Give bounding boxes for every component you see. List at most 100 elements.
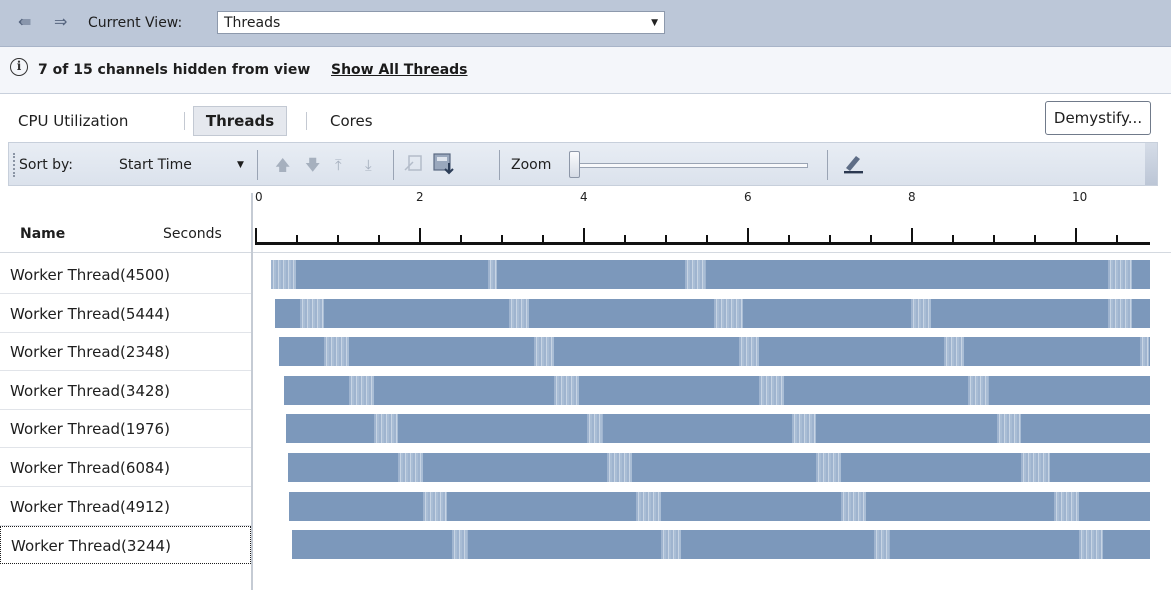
thread-busy-segment xyxy=(422,491,448,521)
thread-row-label[interactable]: Worker Thread(4500) xyxy=(0,256,251,294)
demystify-button[interactable]: Demystify... xyxy=(1045,101,1151,135)
thread-busy-segment xyxy=(398,453,423,482)
thread-row-label[interactable]: Worker Thread(2348) xyxy=(0,333,251,372)
ruler-minor-tick xyxy=(542,235,544,242)
ruler-minor-tick xyxy=(501,235,503,242)
thread-busy-segment xyxy=(1054,491,1079,521)
thread-busy-segment xyxy=(910,298,932,328)
thread-busy-segment xyxy=(1107,298,1133,328)
ruler-minor-tick xyxy=(337,235,339,242)
move-bottom-icon[interactable]: ⤓ xyxy=(365,155,372,175)
header-divider xyxy=(0,252,1171,253)
thread-busy-segment xyxy=(1140,337,1149,367)
thread-activity-bar[interactable] xyxy=(285,414,1150,444)
ruler-tick-label: 8 xyxy=(908,190,916,204)
ruler-minor-tick xyxy=(870,235,872,242)
toolbar-separator xyxy=(499,150,500,180)
ruler-minor-tick xyxy=(378,235,380,242)
thread-busy-segment xyxy=(636,491,661,521)
hidden-channels-infobar: i 7 of 15 channels hidden from view Show… xyxy=(0,47,1171,94)
ruler-major-tick xyxy=(1075,228,1077,242)
move-up-icon[interactable]: 🡅 xyxy=(275,155,290,175)
thread-activity-bar[interactable] xyxy=(279,337,1150,367)
thread-busy-segment xyxy=(968,375,989,405)
tab-cpu-utilization[interactable]: CPU Utilization xyxy=(18,106,128,136)
seconds-column-header: Seconds xyxy=(163,226,222,242)
hide-channel-icon[interactable] xyxy=(403,152,427,176)
thread-busy-segment xyxy=(533,337,555,367)
ruler-minor-tick xyxy=(993,235,995,242)
toolbar-separator xyxy=(827,150,828,180)
thread-activity-bar[interactable] xyxy=(287,453,1150,482)
thread-busy-segment xyxy=(1078,530,1104,560)
thread-busy-segment xyxy=(607,453,632,482)
chevron-down-icon: ▼ xyxy=(651,18,658,28)
ruler-tick-label: 10 xyxy=(1072,190,1088,204)
thread-row-label[interactable]: Worker Thread(6084) xyxy=(0,449,251,487)
back-arrow-icon[interactable]: ⇚ xyxy=(18,12,31,32)
sort-by-select[interactable]: Start Time xyxy=(119,155,192,175)
ruler-major-tick xyxy=(911,228,913,242)
thread-row-label[interactable]: Worker Thread(4912) xyxy=(0,488,251,526)
thread-row-label[interactable]: Worker Thread(3428) xyxy=(0,372,251,410)
toolbar-grip[interactable] xyxy=(13,153,17,177)
zoom-slider-track[interactable] xyxy=(574,163,808,168)
view-navigation-bar: ⇚ ⇒ Current View: Threads ▼ xyxy=(0,0,1171,47)
thread-busy-segment xyxy=(271,260,296,289)
thread-busy-segment xyxy=(299,298,325,328)
ruler-minor-tick xyxy=(665,235,667,242)
show-all-threads-link[interactable]: Show All Threads xyxy=(331,60,468,80)
tab-separator xyxy=(184,112,185,130)
thread-activity-bar[interactable] xyxy=(271,260,1150,289)
thread-busy-segment xyxy=(943,337,965,367)
name-column-header: Name xyxy=(20,226,66,242)
ruler-major-tick xyxy=(255,228,257,242)
thread-busy-segment xyxy=(349,375,374,405)
ruler-tick-label: 4 xyxy=(580,190,588,204)
ruler-minor-tick xyxy=(829,235,831,242)
info-icon: i xyxy=(10,58,28,76)
move-top-icon[interactable]: ⤒ xyxy=(335,155,342,175)
thread-activity-bar[interactable] xyxy=(291,530,1150,560)
ruler-baseline xyxy=(255,242,1150,245)
thread-busy-segment xyxy=(996,414,1022,444)
thread-activity-bar[interactable] xyxy=(289,491,1150,521)
forward-arrow-icon[interactable]: ⇒ xyxy=(54,12,67,32)
thread-busy-segment xyxy=(816,453,842,482)
name-column-divider[interactable] xyxy=(251,193,253,590)
ruler-tick-label: 0 xyxy=(255,190,263,204)
thread-busy-segment xyxy=(324,337,350,367)
toolbar-separator xyxy=(257,150,258,180)
sort-by-label: Sort by: xyxy=(19,157,74,173)
tab-separator xyxy=(306,112,307,130)
chevron-down-icon[interactable]: ▼ xyxy=(237,155,244,175)
export-icon[interactable] xyxy=(431,151,457,177)
current-view-value: Threads xyxy=(224,15,281,31)
zoom-slider-thumb[interactable] xyxy=(569,151,580,178)
hidden-channels-message: 7 of 15 channels hidden from view xyxy=(38,62,311,78)
thread-busy-segment xyxy=(759,375,784,405)
ruler-minor-tick xyxy=(788,235,790,242)
toolbar-overflow-button[interactable] xyxy=(1145,143,1157,185)
thread-activity-bar[interactable] xyxy=(275,298,1150,328)
pen-icon[interactable] xyxy=(841,151,865,175)
move-down-icon[interactable]: 🡇 xyxy=(305,155,320,175)
thread-row-label[interactable]: Worker Thread(3244) xyxy=(0,526,251,565)
thread-row-label[interactable]: Worker Thread(1976) xyxy=(0,410,251,449)
timeline-toolbar: Sort by: Start Time ▼ 🡅 🡇 ⤒ ⤓ Zoom xyxy=(8,142,1158,186)
thread-busy-segment xyxy=(586,414,604,444)
thread-activity-bar[interactable] xyxy=(283,375,1150,405)
current-view-select[interactable]: Threads ▼ xyxy=(217,11,665,34)
tab-cores[interactable]: Cores xyxy=(330,106,373,136)
ruler-minor-tick xyxy=(624,235,626,242)
thread-busy-segment xyxy=(451,530,468,560)
toolbar-separator xyxy=(393,150,394,180)
ruler-minor-tick xyxy=(952,235,954,242)
tab-threads[interactable]: Threads xyxy=(193,106,287,136)
ruler-tick-label: 6 xyxy=(744,190,752,204)
current-view-label: Current View: xyxy=(88,15,183,31)
thread-busy-segment xyxy=(738,337,760,367)
thread-row-label[interactable]: Worker Thread(5444) xyxy=(0,295,251,333)
thread-busy-segment xyxy=(488,260,497,289)
thread-busy-segment xyxy=(713,298,743,328)
